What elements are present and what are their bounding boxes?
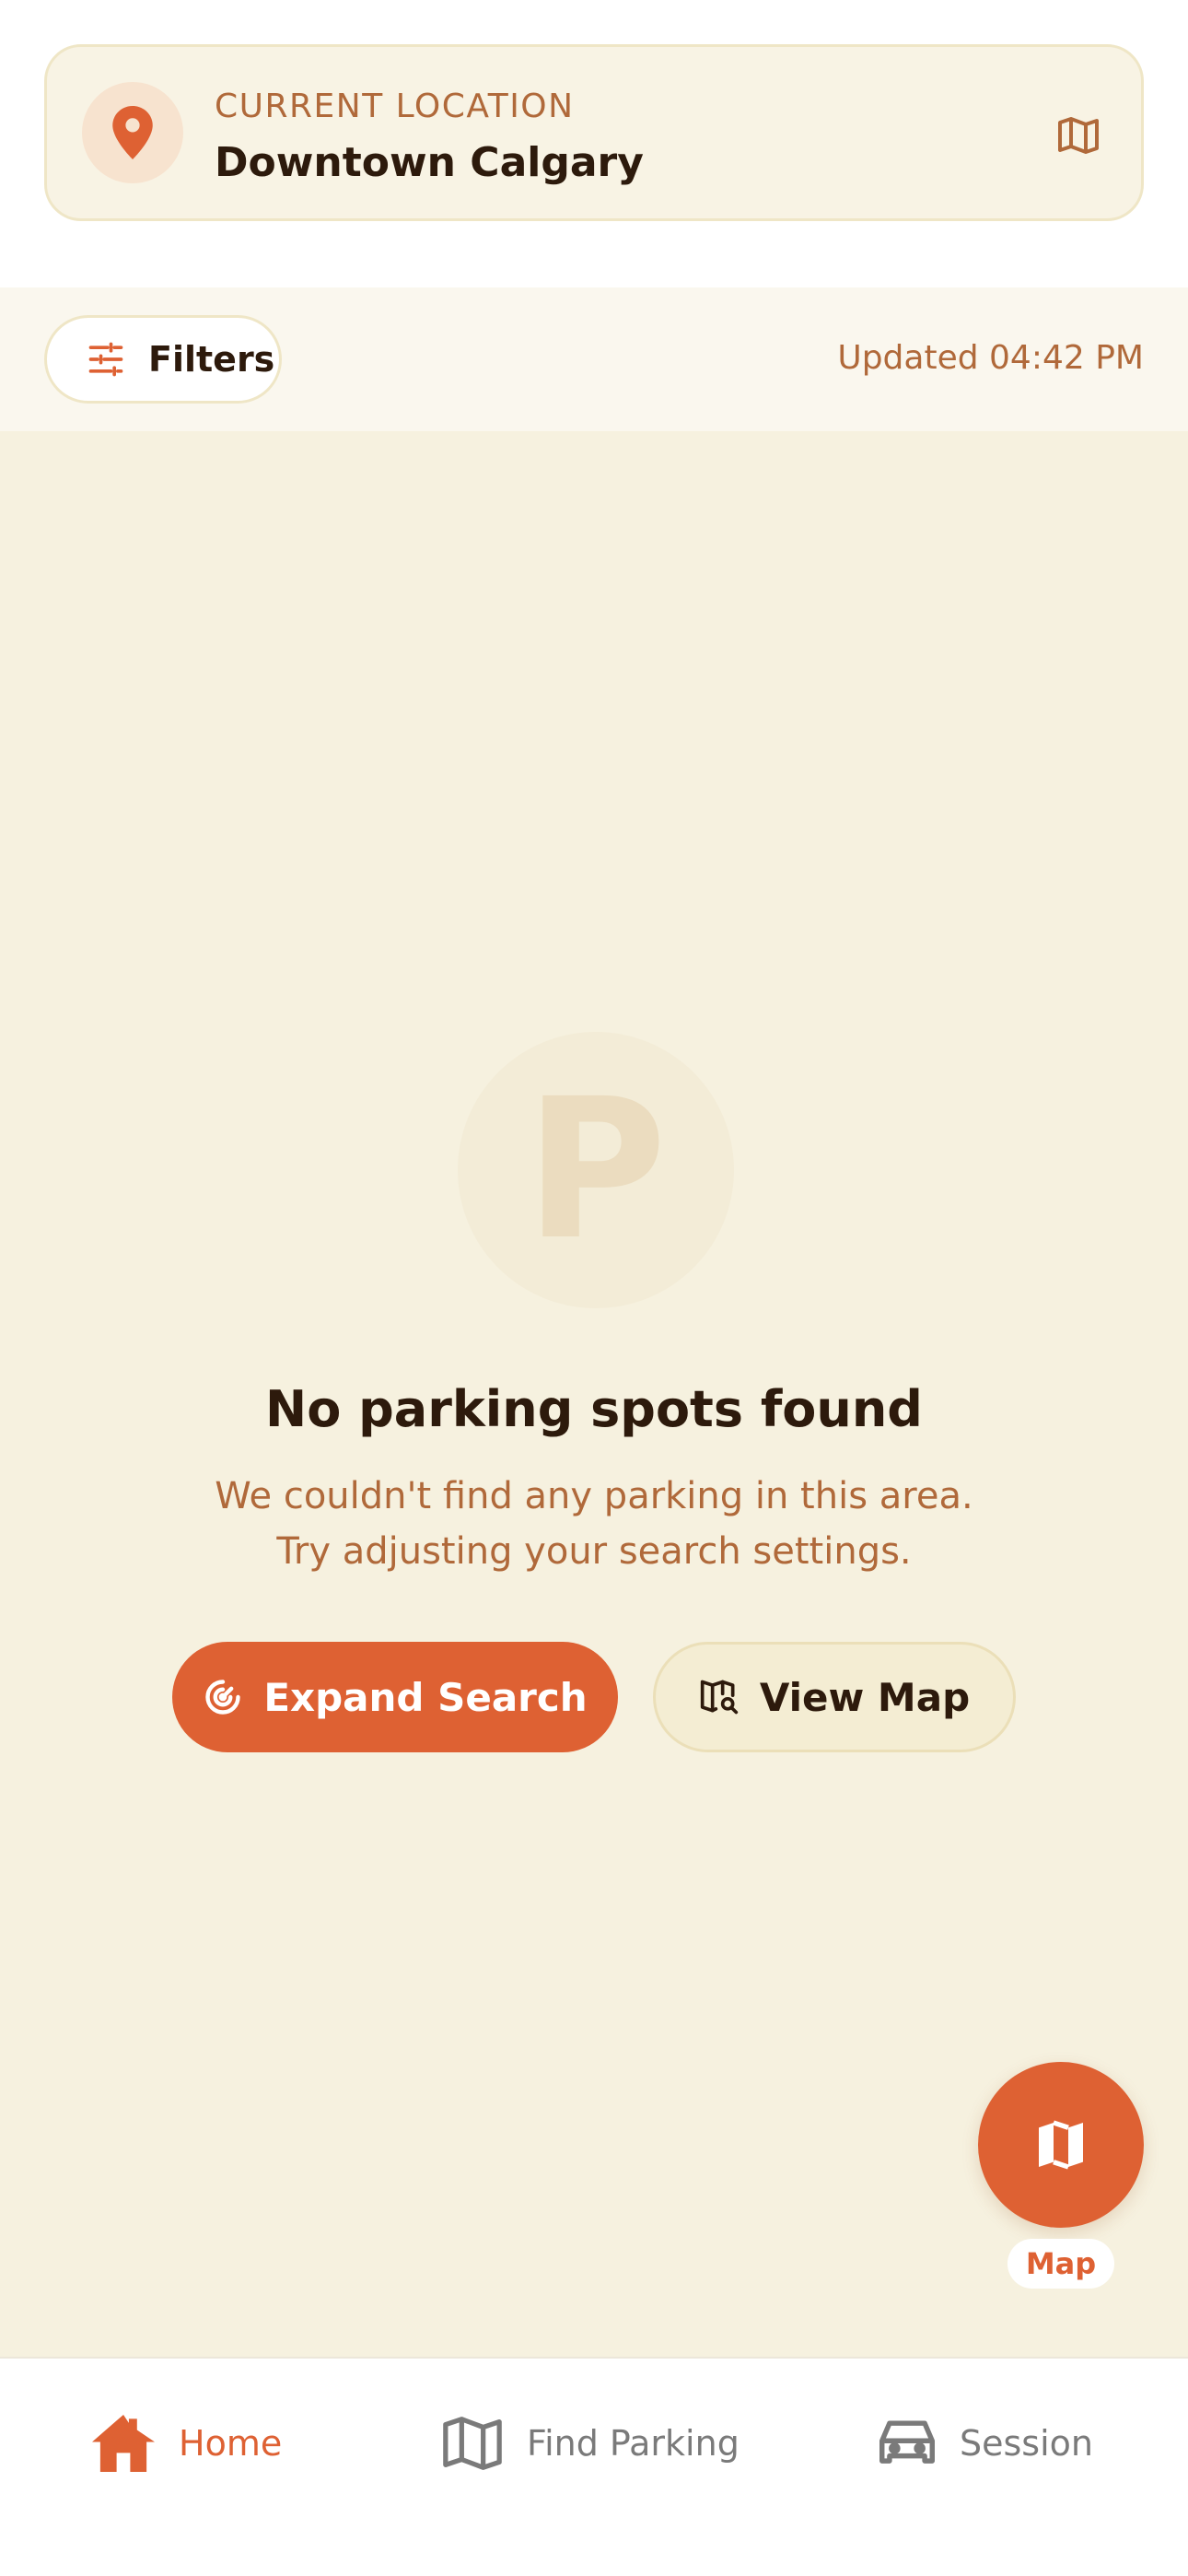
parking-letter: P: [525, 1057, 667, 1282]
empty-state-title: No parking spots found: [265, 1380, 923, 1438]
map-icon: [443, 2417, 502, 2470]
nav-item-find-parking[interactable]: Find Parking: [440, 2406, 740, 2480]
nav-item-home[interactable]: Home: [90, 2406, 282, 2480]
nav-item-session[interactable]: Session: [877, 2406, 1093, 2480]
view-map-button[interactable]: View Map: [653, 1642, 1016, 1752]
nav-label-home: Home: [179, 2423, 283, 2464]
filter-bar: Filters Updated 04:42 PM: [0, 287, 1188, 431]
expand-search-button[interactable]: Expand Search: [172, 1642, 618, 1752]
sliders-icon: [88, 342, 123, 377]
empty-state-description-line-2: Try adjusting your search settings.: [276, 1530, 912, 1573]
empty-state-description-line-1: We couldn't find any parking in this are…: [215, 1475, 973, 1517]
home-icon: [92, 2414, 155, 2473]
radar-icon: [205, 1680, 241, 1715]
map-icon: [1039, 2120, 1083, 2170]
empty-state-description: We couldn't find any parking in this are…: [0, 1469, 1188, 1579]
map-pin-icon: [112, 106, 153, 159]
results-area: P No parking spots found We couldn't fin…: [0, 431, 1188, 2357]
location-pin-badge: [82, 82, 183, 183]
filters-label: Filters: [148, 339, 275, 380]
app-screen: CURRENT LOCATION Downtown Calgary Filter…: [0, 0, 1188, 2576]
location-map-button[interactable]: [1049, 106, 1108, 165]
filters-button[interactable]: Filters: [44, 315, 282, 404]
view-map-label: View Map: [759, 1674, 971, 1720]
map-fab-label: Map: [1007, 2239, 1114, 2289]
location-value: Downtown Calgary: [215, 139, 644, 186]
current-location-card[interactable]: CURRENT LOCATION Downtown Calgary: [44, 44, 1144, 221]
map-icon: [1058, 117, 1099, 154]
bottom-nav: Home Find Parking Session: [0, 2357, 1188, 2576]
nav-label-find-parking: Find Parking: [527, 2423, 740, 2464]
nav-label-session: Session: [960, 2423, 1093, 2464]
map-fab-button[interactable]: [978, 2062, 1144, 2228]
parking-placeholder-icon: P: [458, 1032, 734, 1308]
location-label: CURRENT LOCATION: [215, 88, 575, 125]
car-icon: [879, 2420, 935, 2464]
updated-timestamp: Updated 04:42 PM: [837, 339, 1144, 377]
expand-search-label: Expand Search: [263, 1674, 588, 1720]
map-search-icon: [700, 1680, 739, 1715]
